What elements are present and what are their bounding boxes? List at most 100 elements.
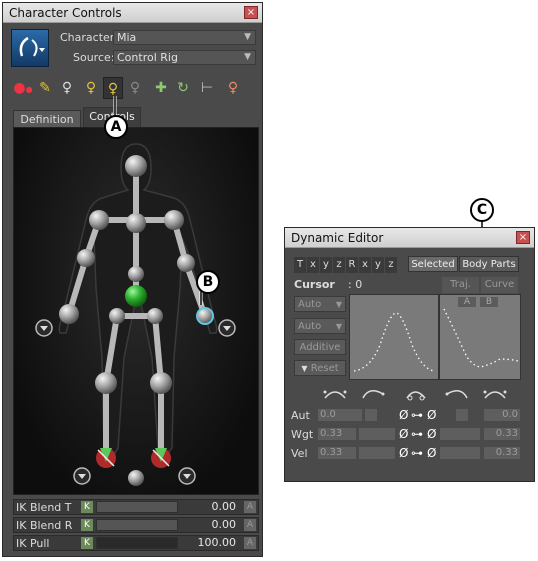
animate-button[interactable]: A <box>244 537 256 549</box>
character-select[interactable]: Mia ▼ <box>113 30 256 45</box>
character-icon[interactable] <box>11 29 49 67</box>
aut-right-field[interactable]: 0.0 <box>483 408 521 422</box>
row-value[interactable]: 0.00 <box>184 519 237 531</box>
ik-pull-slider[interactable] <box>96 537 178 549</box>
dynamic-editor-titlebar[interactable]: Dynamic Editor × <box>285 228 534 248</box>
wgt-right-spinner[interactable] <box>439 427 481 441</box>
character-viewport[interactable] <box>13 127 259 495</box>
joint-left-shoulder[interactable] <box>89 210 109 230</box>
axis-rx-button[interactable]: x <box>359 257 371 273</box>
joint-hips[interactable] <box>125 285 147 307</box>
figure-fk-icon[interactable]: ♀ <box>103 77 123 99</box>
aut-left-field[interactable]: 0.0 <box>317 408 363 422</box>
pen-icon[interactable]: ✎ <box>35 77 55 99</box>
expand-arrow-icon[interactable] <box>35 319 53 337</box>
phi-icon[interactable]: Ø <box>427 408 436 422</box>
close-button[interactable]: × <box>516 231 530 244</box>
left-foot-effector[interactable] <box>96 448 116 468</box>
animate-button[interactable]: A <box>244 519 256 531</box>
pose-icon[interactable]: ●● <box>13 77 33 99</box>
reset-button[interactable]: ▼ Reset <box>294 360 346 376</box>
chevron-down-icon: ▼ <box>335 322 342 331</box>
close-button[interactable]: × <box>244 6 258 19</box>
joint-left-knee[interactable] <box>95 372 117 394</box>
tab-definition[interactable]: Definition <box>13 110 81 128</box>
curve-preset-linked-icon[interactable] <box>406 391 426 401</box>
figure-ik-icon[interactable]: ♀ <box>81 77 101 99</box>
character-controls-titlebar[interactable]: Character Controls × <box>3 3 262 23</box>
phi-icon[interactable]: Ø <box>399 408 408 422</box>
joint-right-elbow[interactable] <box>177 254 195 272</box>
curve-preset-ease-out-icon[interactable] <box>362 390 385 399</box>
phi-icon[interactable]: Ø <box>427 446 436 460</box>
joint-chest[interactable] <box>126 213 146 233</box>
joint-right-hip[interactable] <box>147 308 163 324</box>
wgt-right-field[interactable]: 0.33 <box>483 427 521 441</box>
axis-y-button[interactable]: y <box>320 257 332 273</box>
key-button[interactable]: K <box>81 519 93 531</box>
tab-a[interactable]: A <box>458 297 476 307</box>
curve-preset-flat-icon[interactable] <box>483 390 507 399</box>
body-parts-button[interactable]: Body Parts <box>459 256 519 272</box>
curve-preset-ease-in-out-icon[interactable] <box>323 390 347 399</box>
joint-left-elbow[interactable] <box>77 249 95 267</box>
joint-spine[interactable] <box>128 266 144 282</box>
trajectory-graph[interactable] <box>349 294 439 380</box>
key-button[interactable]: K <box>81 537 93 549</box>
joint-head[interactable] <box>125 155 147 177</box>
vel-left-spinner[interactable] <box>358 446 396 460</box>
animate-button[interactable]: A <box>244 501 256 513</box>
phi-icon[interactable]: Ø <box>399 427 408 441</box>
joint-left-wrist[interactable] <box>59 304 79 324</box>
curve-button[interactable]: Curve <box>481 277 518 293</box>
expand-arrow-icon[interactable] <box>218 319 236 337</box>
traj-button[interactable]: Traj. <box>442 277 479 293</box>
curve-preset-ease-in-icon[interactable] <box>445 390 468 399</box>
link-icon[interactable]: ⊶ <box>411 446 423 460</box>
joint-right-knee[interactable] <box>150 372 172 394</box>
link-icon[interactable]: ⊶ <box>411 408 423 422</box>
aut-left-spinner[interactable] <box>364 408 378 422</box>
additive-button[interactable]: Additive <box>294 339 346 355</box>
ik-blend-r-slider[interactable] <box>96 519 178 531</box>
axis-rz-button[interactable]: z <box>385 257 397 273</box>
aut-right-spinner[interactable] <box>455 408 469 422</box>
axis-ry-button[interactable]: y <box>372 257 384 273</box>
selected-button[interactable]: Selected <box>408 256 458 272</box>
axis-z-button[interactable]: z <box>333 257 345 273</box>
curve-graph[interactable]: A B <box>439 294 521 380</box>
axis-t-button[interactable]: T <box>294 257 306 273</box>
pin-icon[interactable]: ✚ <box>151 77 171 99</box>
axis-x-button[interactable]: x <box>307 257 319 273</box>
axis-r-button[interactable]: R <box>346 257 358 273</box>
right-foot-effector[interactable] <box>151 448 171 468</box>
tab-b[interactable]: B <box>480 297 498 307</box>
vel-right-spinner[interactable] <box>439 446 481 460</box>
joint-left-hip[interactable] <box>109 308 125 324</box>
ik-blend-t-slider[interactable] <box>96 501 178 513</box>
source-select[interactable]: Control Rig ▼ <box>113 50 256 65</box>
joint-right-wrist[interactable] <box>196 307 214 325</box>
row-value[interactable]: 0.00 <box>184 501 237 513</box>
key-button[interactable]: K <box>81 501 93 513</box>
figure-grey-icon[interactable]: ♀ <box>125 77 145 99</box>
figure-icon[interactable]: ♀ <box>57 77 77 99</box>
link-icon[interactable]: ⊶ <box>411 427 423 441</box>
wgt-left-field[interactable]: 0.33 <box>317 427 357 441</box>
row-value[interactable]: 100.00 <box>184 537 237 549</box>
auto-select-1[interactable]: Auto ▼ <box>294 296 346 312</box>
joint-right-shoulder[interactable] <box>164 210 184 230</box>
phi-icon[interactable]: Ø <box>427 427 436 441</box>
expand-arrow-icon[interactable] <box>178 467 196 485</box>
wgt-left-spinner[interactable] <box>358 427 396 441</box>
auto-select-2[interactable]: Auto ▼ <box>294 318 346 334</box>
figure-color-icon[interactable]: ♀ <box>223 77 243 99</box>
vel-left-field[interactable]: 0.33 <box>317 446 357 460</box>
row-label: IK Blend T <box>16 501 72 514</box>
rotate-pin-icon[interactable]: ↻ <box>173 77 193 99</box>
joint-reference[interactable] <box>128 470 144 486</box>
release-icon[interactable]: ⊢ <box>197 77 217 99</box>
phi-icon[interactable]: Ø <box>399 446 408 460</box>
expand-arrow-icon[interactable] <box>73 467 91 485</box>
vel-right-field[interactable]: 0.33 <box>483 446 521 460</box>
